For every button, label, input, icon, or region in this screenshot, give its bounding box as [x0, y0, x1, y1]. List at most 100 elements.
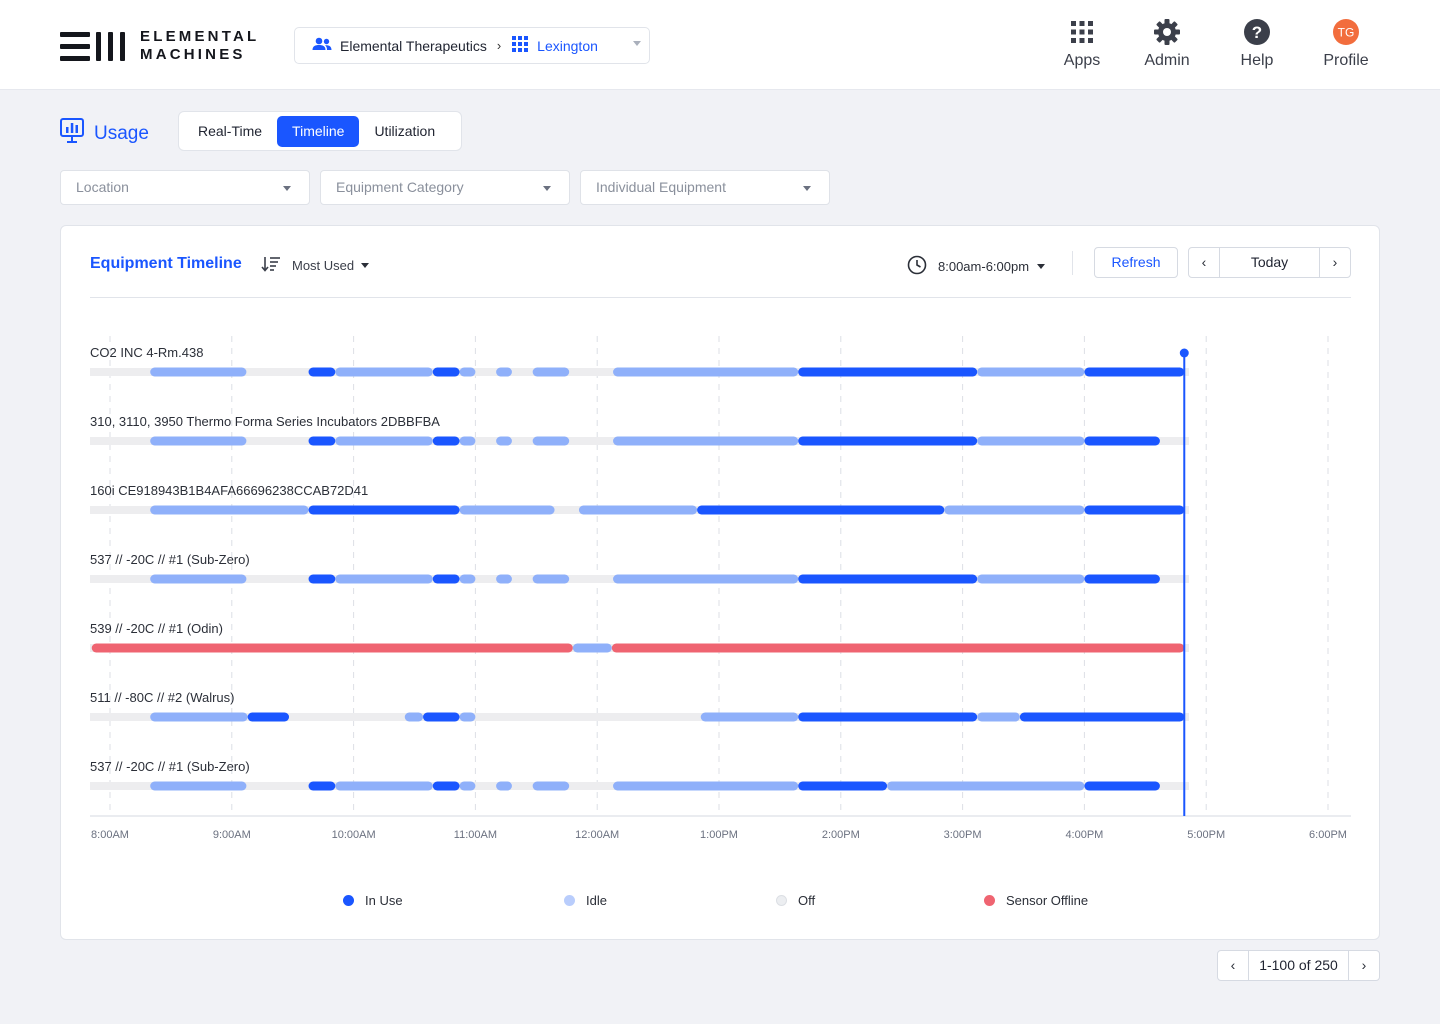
- timeline-segment-in-use: [697, 505, 945, 515]
- nav-profile[interactable]: TG Profile: [1311, 18, 1381, 70]
- timeline-segment-idle: [578, 505, 698, 515]
- timeline-segment-idle: [532, 367, 570, 377]
- timeline-segment-in-use: [432, 574, 460, 584]
- timeline-segment-idle: [532, 781, 570, 791]
- individual-equipment-filter[interactable]: Individual Equipment: [580, 170, 830, 205]
- timeline-segment-idle: [944, 505, 1085, 515]
- timeline-segment-idle: [887, 781, 1085, 791]
- timeline-segment-idle: [459, 574, 476, 584]
- timeline-segment-in-use: [798, 436, 978, 446]
- x-tick-label: 2:00PM: [822, 829, 860, 841]
- timeline-segment-idle: [459, 781, 476, 791]
- timeline-segment-in-use: [247, 712, 290, 722]
- brand-wordmark: ELEMENTAL MACHINES: [140, 28, 259, 64]
- timeline-segment-idle: [335, 574, 433, 584]
- individual-equipment-filter-placeholder: Individual Equipment: [596, 179, 726, 195]
- off-dot-icon: [776, 895, 787, 906]
- gear-icon: [1132, 18, 1202, 46]
- tab-real-time[interactable]: Real-Time: [183, 116, 277, 147]
- chevron-down-icon: [803, 186, 811, 191]
- in-use-dot-icon: [343, 895, 354, 906]
- org-site-picker[interactable]: Elemental Therapeutics › Lexington: [294, 27, 650, 64]
- previous-page-button[interactable]: ‹: [1218, 951, 1249, 980]
- nav-profile-label: Profile: [1323, 52, 1369, 69]
- timeline-segment-idle: [496, 781, 512, 791]
- help-icon: ?: [1222, 18, 1292, 46]
- equipment-timeline-chart: 8:00AM 9:00AM 10:00AM 11:00AM 12:00AM 1:00PM 2…: [90, 336, 1351, 841]
- timeline-segment-idle: [613, 574, 799, 584]
- top-header: ELEMENTAL MACHINES Elemental Therapeutic…: [0, 0, 1440, 90]
- next-page-button[interactable]: ›: [1348, 951, 1379, 980]
- equipment-row-label: 539 // -20C // #1 (Odin): [90, 621, 223, 636]
- equipment-category-filter[interactable]: Equipment Category: [320, 170, 570, 205]
- equipment-row-label: 537 // -20C // #1 (Sub-Zero): [90, 759, 250, 774]
- chevron-down-icon: [283, 186, 291, 191]
- timeline-segment-in-use: [1084, 436, 1160, 446]
- site-name: Lexington: [537, 37, 598, 54]
- timeline-segment-in-use: [798, 712, 978, 722]
- timeline-segment-idle: [404, 712, 424, 722]
- nav-admin[interactable]: Admin: [1132, 18, 1202, 70]
- equipment-category-filter-placeholder: Equipment Category: [336, 179, 464, 195]
- avatar: TG: [1311, 18, 1381, 46]
- pagination-label: 1-100 of 250: [1259, 957, 1338, 973]
- equipment-row-label: 160i CE918943B1B4AFA66696238CCAB72D41: [90, 483, 368, 498]
- timeline-segment-in-use: [308, 436, 336, 446]
- timeline-segment-idle: [496, 574, 512, 584]
- brand-line-1: ELEMENTAL: [140, 28, 260, 45]
- equipment-row-label: CO2 INC 4-Rm.438: [90, 345, 203, 360]
- x-tick-label: 8:00AM: [91, 829, 129, 841]
- org-name: Elemental Therapeutics: [340, 37, 487, 54]
- svg-text:?: ?: [1252, 23, 1262, 42]
- tab-utilization[interactable]: Utilization: [359, 116, 450, 147]
- page-title-text: Usage: [94, 122, 149, 144]
- timeline-segment-idle: [496, 436, 512, 446]
- timeline-segment-in-use: [432, 781, 460, 791]
- elemental-machines-logo-icon: [60, 30, 126, 62]
- chevron-right-icon: ›: [496, 38, 502, 53]
- timeline-segment-in-use: [423, 712, 460, 722]
- timeline-segment-idle: [459, 712, 476, 722]
- equipment-timeline-card: Equipment Timeline Most Used 8:00am-6:00…: [60, 225, 1380, 940]
- timeline-segment-sensor-offline: [91, 643, 573, 653]
- people-icon: [311, 37, 333, 54]
- timeline-segment-idle: [335, 367, 433, 377]
- timeline-segment-idle: [459, 367, 476, 377]
- timeline-segment-idle: [977, 712, 1020, 722]
- x-tick-label: 10:00AM: [332, 829, 376, 841]
- legend-in-use: In Use: [343, 893, 403, 908]
- apps-grid-icon: [1047, 18, 1117, 46]
- legend-off-label: Off: [798, 893, 816, 908]
- chevron-down-icon: [633, 41, 641, 46]
- timeline-segment-idle: [150, 574, 247, 584]
- timeline-segment-in-use: [308, 505, 460, 515]
- timeline-segment-idle: [335, 781, 433, 791]
- timeline-segment-idle: [459, 436, 476, 446]
- brand-logo[interactable]: ELEMENTAL MACHINES: [60, 28, 259, 64]
- x-tick-label: 3:00PM: [944, 829, 982, 841]
- x-tick-label: 6:00PM: [1309, 829, 1347, 841]
- equipment-row-label: 511 // -80C // #2 (Walrus): [90, 690, 235, 705]
- nav-apps[interactable]: Apps: [1047, 18, 1117, 70]
- timeline-segment-idle: [572, 643, 612, 653]
- usage-monitor-icon: [60, 118, 84, 149]
- timeline-segment-idle: [150, 505, 309, 515]
- timeline-segment-idle: [977, 367, 1085, 377]
- nav-help[interactable]: ? Help: [1222, 18, 1292, 70]
- grid-icon: [512, 36, 529, 55]
- timeline-segment-in-use: [798, 574, 978, 584]
- x-tick-label: 5:00PM: [1187, 829, 1225, 841]
- avatar-initials: TG: [1338, 26, 1355, 40]
- timeline-segment-idle: [613, 436, 799, 446]
- timeline-segment-in-use: [308, 367, 336, 377]
- nav-help-label: Help: [1240, 52, 1274, 69]
- tab-timeline[interactable]: Timeline: [277, 115, 360, 147]
- timeline-segment-idle: [613, 367, 799, 377]
- location-filter[interactable]: Location: [60, 170, 310, 205]
- timeline-segment-idle: [150, 781, 247, 791]
- timeline-segment-idle: [496, 367, 512, 377]
- timeline-segment-idle: [150, 712, 248, 722]
- timeline-segment-in-use: [308, 574, 336, 584]
- timeline-segment-in-use: [432, 367, 460, 377]
- timeline-segment-idle: [532, 574, 570, 584]
